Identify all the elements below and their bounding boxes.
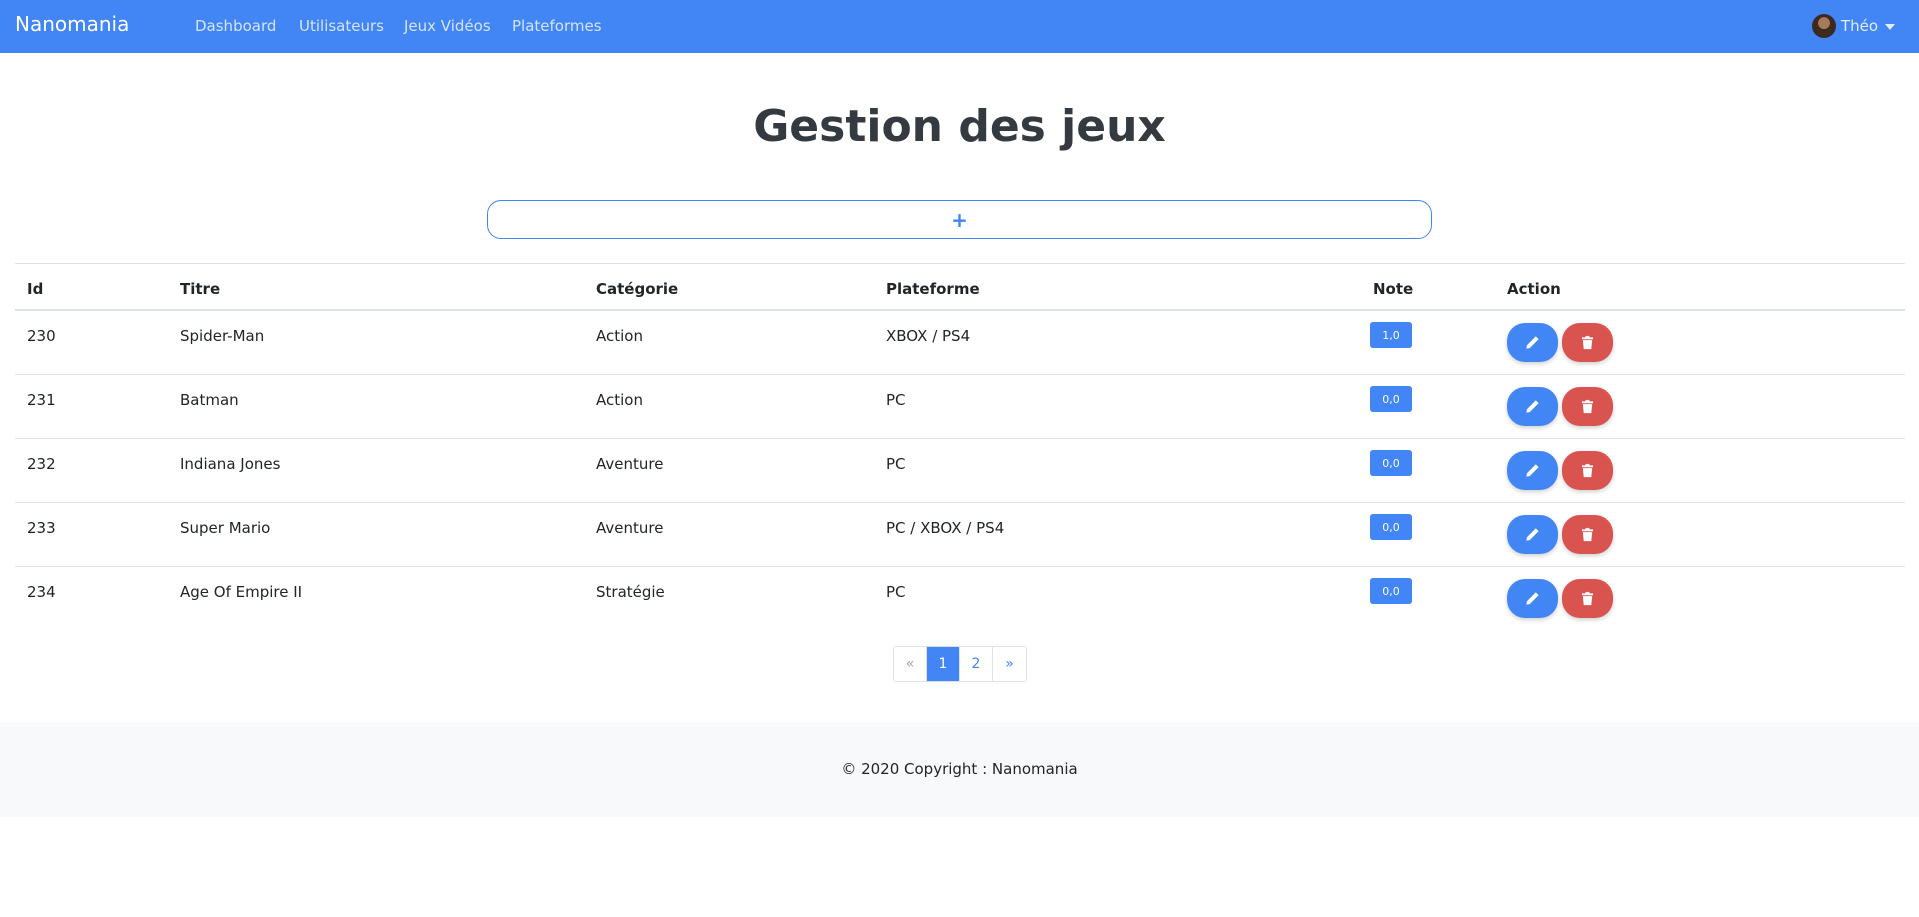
cell-id: 230 [27,327,56,345]
edit-button[interactable] [1507,579,1558,618]
copyright-text: © 2020 Copyright : Nanomania [841,760,1078,778]
page-title: Gestion des jeux [753,101,1166,152]
trash-icon [1581,335,1594,350]
avatar [1811,14,1836,38]
cell-category: Aventure [596,455,664,473]
delete-button[interactable] [1562,387,1613,426]
header-platform: Plateforme [886,280,980,298]
cell-title: Indiana Jones [180,455,281,473]
table-row: 231 Batman Action PC 0,0 [15,375,1905,439]
cell-category: Action [596,391,643,409]
delete-button[interactable] [1562,451,1613,490]
cell-platform: PC [886,455,906,473]
cell-platform: PC [886,583,906,601]
nav-link-jeux-videos[interactable]: Jeux Vidéos [404,17,491,35]
cell-id: 232 [27,455,56,473]
cell-title: Spider-Man [180,327,265,345]
rating-badge: 0,0 [1370,450,1412,476]
trash-icon [1581,399,1594,414]
rating-badge: 1,0 [1370,322,1412,348]
trash-icon [1581,591,1594,606]
header-action: Action [1507,280,1561,298]
pagination-page-2[interactable]: 2 [960,647,993,681]
pagination-prev[interactable]: « [894,647,927,681]
nav-link-plateformes[interactable]: Plateformes [512,17,602,35]
cell-platform: XBOX / PS4 [886,327,971,345]
cell-platform: PC [886,391,906,409]
cell-category: Aventure [596,519,664,537]
table-row: 232 Indiana Jones Aventure PC 0,0 [15,439,1905,503]
cell-title: Super Mario [180,519,271,537]
delete-button[interactable] [1562,323,1613,362]
pagination-next[interactable]: » [993,647,1026,681]
pencil-icon [1526,528,1539,541]
header-rating: Note [1373,280,1414,298]
games-table: Id Titre Catégorie Plateforme Note Actio… [15,263,1905,631]
brand-logo[interactable]: Nanomania [15,12,129,36]
caret-down-icon [1885,24,1895,30]
trash-icon [1581,527,1594,542]
trash-icon [1581,463,1594,478]
delete-button[interactable] [1562,515,1613,554]
cell-title: Batman [180,391,239,409]
cell-id: 234 [27,583,56,601]
rating-badge: 0,0 [1370,514,1412,540]
cell-title: Age Of Empire II [180,583,303,601]
pagination-page-1[interactable]: 1 [927,647,960,681]
pencil-icon [1526,592,1539,605]
user-dropdown[interactable]: Théo [1811,13,1895,39]
cell-id: 231 [27,391,56,409]
add-game-button[interactable]: + [487,200,1432,239]
cell-id: 233 [27,519,56,537]
edit-button[interactable] [1507,387,1558,426]
nav-link-dashboard[interactable]: Dashboard [195,17,276,35]
pencil-icon [1526,336,1539,349]
table-row: 230 Spider-Man Action XBOX / PS4 1,0 [15,311,1905,375]
edit-button[interactable] [1507,451,1558,490]
top-navbar: Nanomania Dashboard Utilisateurs Jeux Vi… [0,0,1919,53]
header-title: Titre [180,280,221,298]
rating-badge: 0,0 [1370,386,1412,412]
rating-badge: 0,0 [1370,578,1412,604]
cell-category: Stratégie [596,583,665,601]
delete-button[interactable] [1562,579,1613,618]
footer: © 2020 Copyright : Nanomania [0,722,1919,817]
table-header: Id Titre Catégorie Plateforme Note Actio… [15,263,1905,311]
pencil-icon [1526,464,1539,477]
cell-platform: PC / XBOX / PS4 [886,519,1005,537]
table-row: 233 Super Mario Aventure PC / XBOX / PS4… [15,503,1905,567]
pencil-icon [1526,400,1539,413]
edit-button[interactable] [1507,323,1558,362]
table-row: 234 Age Of Empire II Stratégie PC 0,0 [15,567,1905,631]
header-category: Catégorie [596,280,679,298]
header-id: Id [27,280,44,298]
edit-button[interactable] [1507,515,1558,554]
nav-link-utilisateurs[interactable]: Utilisateurs [299,17,384,35]
cell-category: Action [596,327,643,345]
pagination: « 1 2 » [893,646,1027,682]
user-name: Théo [1840,17,1878,35]
